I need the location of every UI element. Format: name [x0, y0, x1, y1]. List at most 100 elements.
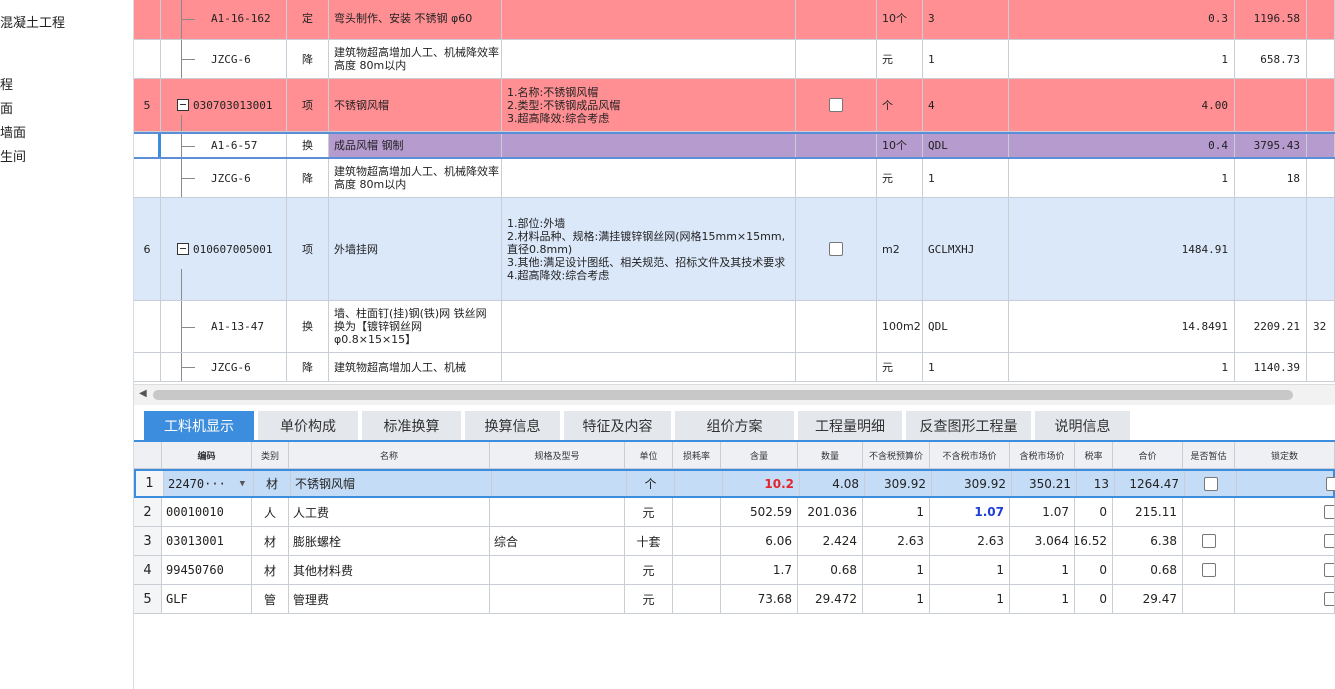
code-cell[interactable]: JZCG-6 — [161, 40, 287, 78]
estimate-checkbox[interactable] — [1201, 563, 1216, 577]
name-cell[interactable]: 建筑物超高增加人工、机械降效率 高度 80m以内 — [329, 159, 502, 197]
tab-8[interactable]: 说明信息 — [1035, 411, 1130, 440]
feature-cell[interactable] — [502, 159, 796, 197]
code-cell[interactable]: 00010010 — [162, 498, 252, 526]
market-cell[interactable]: 1.07 — [930, 498, 1010, 526]
tab-4[interactable]: 特征及内容 — [564, 411, 671, 440]
material-row[interactable]: 5 GLF 管 管理费 元 73.68 29.472 1 1 1 0 29.47 — [134, 585, 1335, 614]
bill-row[interactable]: 5 030703013001 项 不锈钢风帽 1.名称:不锈钢风帽 2.类型:不锈钢成品… — [134, 79, 1335, 132]
content-cell[interactable]: 6.06 — [721, 527, 798, 555]
price-cell[interactable] — [1235, 198, 1307, 300]
expression-cell[interactable]: GCLMXHJ — [923, 198, 1009, 300]
name-cell[interactable]: 建筑物超高增加人工、机械 — [329, 353, 502, 381]
lock-checkbox[interactable] — [1326, 476, 1335, 491]
market-cell[interactable]: 1 — [930, 585, 1010, 613]
feature-cell[interactable]: 1.名称:不锈钢风帽 2.类型:不锈钢成品风帽 3.超高降效:综合考虑 — [502, 79, 796, 131]
tree-item[interactable]: 生间 — [0, 146, 26, 165]
price-cell[interactable]: 658.73 — [1235, 40, 1307, 78]
name-cell[interactable]: 弯头制作、安装 不锈钢 φ60 — [329, 0, 502, 39]
price-cell[interactable]: 3795.43 — [1235, 134, 1307, 157]
name-cell[interactable]: 不锈钢风帽 — [291, 471, 492, 496]
content-cell[interactable]: 1.7 — [721, 556, 798, 584]
spec-cell[interactable] — [490, 585, 625, 613]
expression-cell[interactable]: 1 — [923, 159, 1009, 197]
tab-0[interactable]: 工料机显示 — [144, 411, 254, 440]
loss-cell[interactable] — [673, 527, 721, 555]
unit-cell[interactable]: 100m2 — [877, 301, 923, 352]
column-header[interactable]: 编码 — [162, 442, 252, 469]
rate-cell[interactable]: 0 — [1075, 498, 1113, 526]
rate-cell[interactable]: 13 — [1077, 471, 1115, 496]
cat-cell[interactable]: 材 — [254, 471, 291, 496]
quantity-cell[interactable]: 14.8491 — [1009, 301, 1235, 352]
code-cell[interactable]: A1-13-47 — [161, 301, 287, 352]
budget-cell[interactable]: 309.92 — [865, 471, 932, 496]
collapse-icon[interactable] — [177, 243, 189, 255]
code-cell[interactable]: 03013001 — [162, 527, 252, 555]
unit-cell[interactable]: 元 — [625, 498, 673, 526]
dropdown-icon[interactable]: ▼ — [240, 479, 245, 489]
unit-cell[interactable]: 个 — [877, 79, 923, 131]
column-header[interactable]: 名称 — [289, 442, 490, 469]
quantity-cell[interactable]: 1484.91 — [1009, 198, 1235, 300]
rate-cell[interactable]: 16.52 — [1075, 527, 1113, 555]
spec-cell[interactable] — [490, 498, 625, 526]
quantity-cell[interactable]: 0.3 — [1009, 0, 1235, 39]
qty-cell[interactable]: 29.472 — [798, 585, 863, 613]
cat-cell[interactable]: 材 — [252, 527, 289, 555]
column-header[interactable]: 锁定数 — [1235, 442, 1335, 469]
expression-cell[interactable]: 1 — [923, 353, 1009, 381]
expression-cell[interactable]: QDL — [923, 134, 1009, 157]
loss-cell[interactable] — [673, 585, 721, 613]
column-header[interactable]: 规格及型号 — [490, 442, 625, 469]
qty-cell[interactable]: 201.036 — [798, 498, 863, 526]
tree-item[interactable]: 面 — [0, 98, 13, 117]
code-cell[interactable]: 99450760 — [162, 556, 252, 584]
expression-cell[interactable]: 4 — [923, 79, 1009, 131]
tab-1[interactable]: 单价构成 — [258, 411, 358, 440]
code-cell[interactable]: JZCG-6 — [161, 159, 287, 197]
bill-row[interactable]: 6 010607005001 项 外墙挂网 1.部位:外墙 2.材料品种、规格:满挂镀锌… — [134, 198, 1335, 301]
quantity-cell[interactable]: 1 — [1009, 353, 1235, 381]
unit-cell[interactable]: 十套 — [625, 527, 673, 555]
column-header[interactable]: 税率 — [1075, 442, 1113, 469]
tab-2[interactable]: 标准换算 — [362, 411, 461, 440]
budget-cell[interactable]: 1 — [863, 556, 930, 584]
name-cell[interactable]: 人工费 — [289, 498, 490, 526]
cat-cell[interactable]: 管 — [252, 585, 289, 613]
market-cell[interactable]: 1 — [930, 556, 1010, 584]
total-cell[interactable]: 215.11 — [1113, 498, 1183, 526]
taxmarket-cell[interactable]: 1.07 — [1010, 498, 1075, 526]
total-cell[interactable]: 29.47 — [1113, 585, 1183, 613]
column-header[interactable]: 合价 — [1113, 442, 1183, 469]
quantity-cell[interactable]: 4.00 — [1009, 79, 1235, 131]
taxmarket-cell[interactable]: 350.21 — [1012, 471, 1077, 496]
column-header[interactable]: 含税市场价 — [1010, 442, 1075, 469]
spec-cell[interactable] — [490, 556, 625, 584]
column-header[interactable]: 含量 — [721, 442, 798, 469]
taxmarket-cell[interactable]: 1 — [1010, 585, 1075, 613]
price-cell[interactable]: 1196.58 — [1235, 0, 1307, 39]
horizontal-scrollbar[interactable]: ◀ — [134, 384, 1335, 405]
spec-cell[interactable] — [492, 471, 627, 496]
expression-cell[interactable]: 3 — [923, 0, 1009, 39]
code-cell[interactable]: GLF — [162, 585, 252, 613]
collapse-icon[interactable] — [177, 99, 189, 111]
name-cell[interactable]: 墙、柱面钉(挂)钢(铁)网 铁丝网 换为【镀锌钢丝网 φ0.8×15×15】 — [329, 301, 502, 352]
tab-7[interactable]: 反查图形工程量 — [906, 411, 1031, 440]
spec-cell[interactable]: 综合 — [490, 527, 625, 555]
bill-row[interactable]: JZCG-6 降 建筑物超高增加人工、机械 元 1 1 1140.39 — [134, 353, 1335, 382]
unit-cell[interactable]: 元 — [625, 556, 673, 584]
name-cell[interactable]: 外墙挂网 — [329, 198, 502, 300]
name-cell[interactable]: 膨胀螺栓 — [289, 527, 490, 555]
total-cell[interactable]: 0.68 — [1113, 556, 1183, 584]
loss-cell[interactable] — [675, 471, 723, 496]
code-cell[interactable]: 010607005001 — [161, 198, 287, 300]
material-row[interactable]: 3 03013001 材 膨胀螺栓 综合 十套 6.06 2.424 2.63 2.63 3.064… — [134, 527, 1335, 556]
lock-checkbox[interactable] — [1324, 563, 1334, 577]
unit-cell[interactable]: 元 — [625, 585, 673, 613]
column-header[interactable]: 不含税市场价 — [930, 442, 1010, 469]
code-cell[interactable]: 22470··· ▼ — [164, 471, 254, 496]
content-cell[interactable]: 10.2 — [723, 471, 800, 496]
scroll-left-icon[interactable]: ◀ — [139, 388, 147, 399]
